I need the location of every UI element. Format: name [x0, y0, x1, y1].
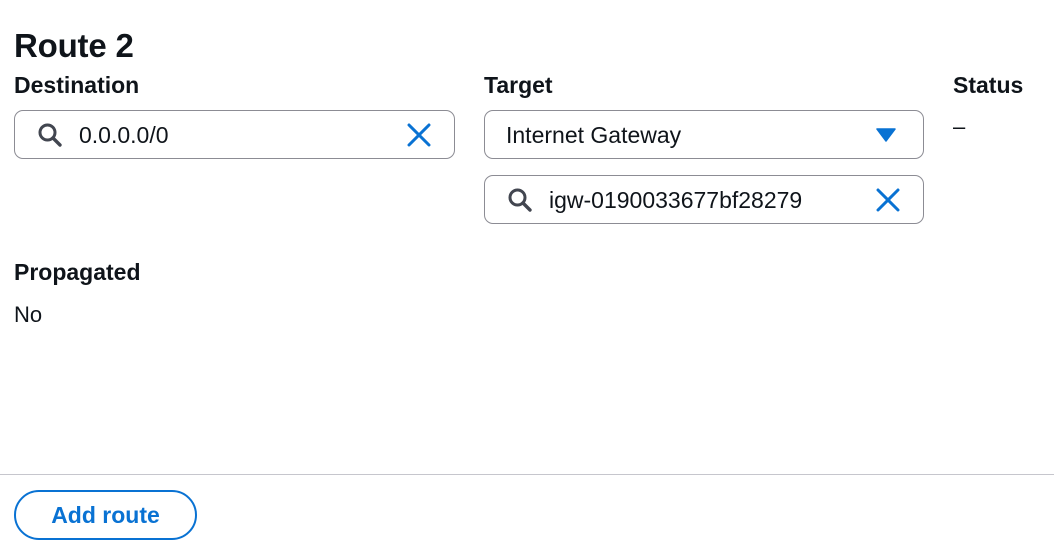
target-select[interactable]: Internet Gateway	[484, 110, 924, 159]
propagated-label: Propagated	[14, 259, 141, 285]
target-label: Target	[484, 72, 553, 98]
divider	[0, 474, 1054, 475]
target-selected-value[interactable]: Internet Gateway	[506, 120, 874, 150]
route-editor: Route 2 Destination Target Status 0.0.0.…	[0, 0, 1054, 550]
route-title: Route 2	[14, 27, 134, 64]
status-value: –	[953, 114, 966, 139]
propagated-value: No	[14, 302, 43, 327]
gateway-value[interactable]: igw-0190033677bf28279	[549, 185, 873, 215]
gateway-input[interactable]: igw-0190033677bf28279	[484, 175, 924, 224]
caret-down-icon[interactable]	[874, 123, 898, 147]
destination-clear-icon[interactable]	[404, 120, 434, 150]
search-icon	[505, 185, 535, 215]
destination-input[interactable]: 0.0.0.0/0	[14, 110, 455, 159]
destination-label: Destination	[14, 72, 140, 98]
gateway-clear-icon[interactable]	[873, 185, 903, 215]
search-icon	[35, 120, 65, 150]
destination-value[interactable]: 0.0.0.0/0	[79, 120, 404, 150]
status-label: Status	[953, 72, 1024, 98]
add-route-button[interactable]: Add route	[14, 490, 197, 540]
